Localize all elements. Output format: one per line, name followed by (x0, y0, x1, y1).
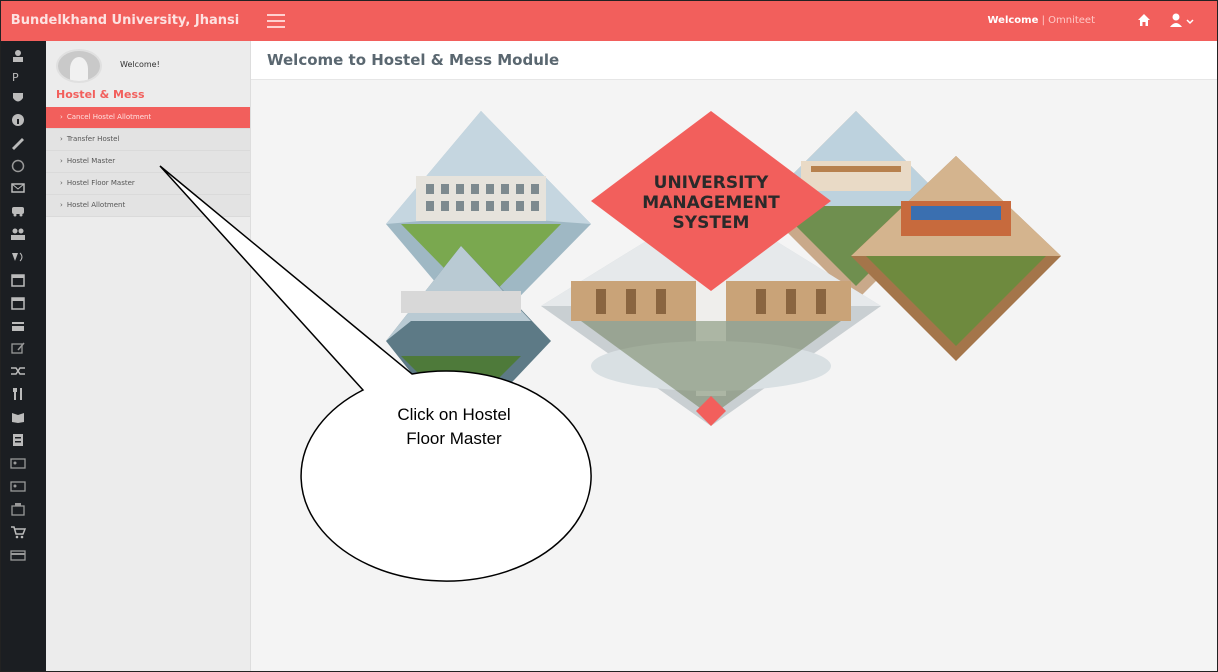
shield-icon[interactable] (9, 91, 27, 105)
sidebar-item-label: Cancel Hostel Allotment (66, 113, 152, 121)
sidebar-menu: › Cancel Hostel Allotment › Transfer Hoste… (46, 107, 250, 217)
book-icon[interactable] (9, 410, 27, 424)
main-header: Welcome to Hostel & Mess Module (251, 41, 1217, 80)
sidebar-item-hostel-allotment[interactable]: › Hostel Allotment (46, 195, 250, 217)
clock-icon[interactable] (9, 159, 27, 173)
sidebar: Welcome! Hostel & Mess › Cancel Hostel Al… (46, 41, 251, 671)
dashboard-icon[interactable] (9, 49, 27, 63)
chevron-right-icon: › (60, 135, 63, 143)
sidebar-item-label: Transfer Hostel (66, 135, 120, 143)
cutlery-icon[interactable] (9, 387, 27, 401)
edit-icon[interactable] (9, 341, 27, 355)
user-menu-icon[interactable] (1169, 12, 1195, 28)
id-card-icon[interactable] (9, 456, 27, 470)
signal-icon[interactable] (9, 250, 27, 264)
sidebar-item-transfer-hostel[interactable]: › Transfer Hostel (46, 129, 250, 151)
users-icon[interactable] (9, 227, 27, 241)
document-icon[interactable] (9, 433, 27, 447)
sidebar-welcome: Welcome! (120, 60, 160, 69)
page-title: Welcome to Hostel & Mess Module (267, 51, 560, 69)
banner-line-3: SYSTEM (673, 213, 750, 233)
parking-icon[interactable]: P (9, 69, 27, 83)
home-icon[interactable] (1137, 13, 1151, 27)
app-frame: Bundelkhand University, Jhansi Welcome |… (0, 0, 1218, 672)
menu-toggle-icon[interactable] (267, 14, 285, 28)
callout-line-2: Floor Master (406, 429, 502, 448)
avatar[interactable] (56, 49, 102, 83)
tools-icon[interactable] (9, 136, 27, 150)
sidebar-item-hostel-floor-master[interactable]: › Hostel Floor Master (46, 173, 250, 195)
banner-line-2: MANAGEMENT (642, 193, 780, 213)
id-card-alt-icon[interactable] (9, 479, 27, 493)
chevron-right-icon: › (60, 113, 63, 121)
sidebar-item-label: Hostel Master (66, 157, 116, 165)
card-icon[interactable] (9, 319, 27, 333)
chevron-right-icon: › (60, 179, 63, 187)
ums-banner-image: UNIVERSITY MANAGEMENT SYSTEM (386, 111, 1061, 431)
welcome-label: Welcome (987, 15, 1039, 26)
sidebar-item-hostel-master[interactable]: › Hostel Master (46, 151, 250, 173)
callout-line-1: Click on Hostel (397, 405, 511, 424)
svg-text:P: P (12, 71, 19, 83)
chevron-right-icon: › (60, 201, 63, 209)
sidebar-item-cancel-hostel-allotment[interactable]: › Cancel Hostel Allotment (46, 107, 250, 129)
banner-line-1: UNIVERSITY (654, 173, 769, 193)
brand-title[interactable]: Bundelkhand University, Jhansi (1, 1, 249, 41)
calendar-icon[interactable] (9, 273, 27, 287)
mail-icon[interactable] (9, 181, 27, 195)
sidebar-section-title: Hostel & Mess (56, 88, 145, 101)
chevron-right-icon: › (60, 157, 63, 165)
icon-rail: P (1, 41, 46, 671)
building-icon[interactable] (9, 502, 27, 516)
bus-icon[interactable] (9, 204, 27, 218)
calendar-alt-icon[interactable] (9, 296, 27, 310)
shuffle-icon[interactable] (9, 364, 27, 378)
sidebar-item-label: Hostel Allotment (66, 201, 126, 209)
callout-text: Click on Hostel Floor Master (326, 403, 582, 451)
welcome-user: | Omniteet (1038, 15, 1095, 26)
bank-card-icon[interactable] (9, 548, 27, 562)
cart-icon[interactable] (9, 525, 27, 539)
top-bar: Bundelkhand University, Jhansi Welcome |… (1, 1, 1217, 41)
sidebar-item-label: Hostel Floor Master (66, 179, 135, 187)
welcome-text: Welcome | Omniteet (988, 1, 1096, 41)
info-icon[interactable] (9, 113, 27, 127)
